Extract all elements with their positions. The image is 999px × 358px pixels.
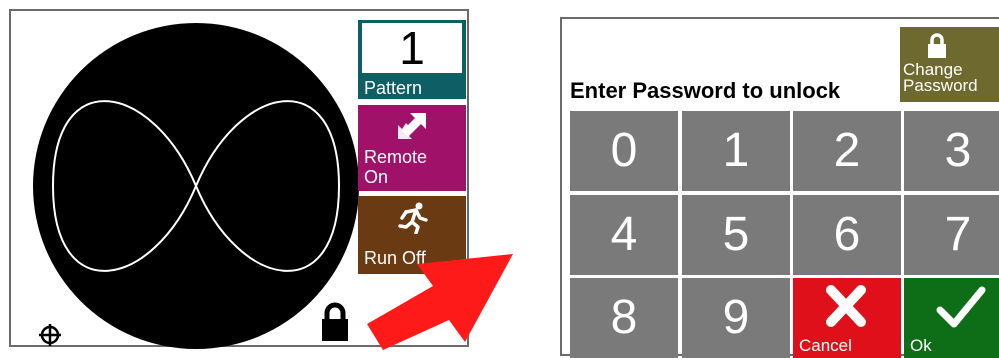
cancel-button[interactable]: Cancel [793,278,901,358]
key-6[interactable]: 6 [793,195,901,275]
pattern-label: Pattern [364,78,423,98]
lock-icon[interactable] [320,301,350,343]
checkmark-icon [936,286,986,328]
change-password-label: Change Password [903,60,978,95]
pattern-value: 1 [362,23,462,73]
pattern-preview [33,23,359,349]
red-arrow-annotation [367,254,513,350]
key-3[interactable]: 3 [904,111,999,191]
key-5[interactable]: 5 [682,195,790,275]
padlock-icon [928,33,946,58]
remote-arrows-icon [398,113,426,139]
crosshair-icon[interactable] [39,324,61,346]
ok-button[interactable]: Ok [904,278,999,358]
ok-label: Ok [910,336,932,355]
unlock-prompt: Enter Password to unlock [570,78,841,103]
key-7[interactable]: 7 [904,195,999,275]
change-password-button[interactable]: Change Password [900,27,999,102]
infinity-pattern-icon [51,100,341,272]
key-8[interactable]: 8 [570,278,678,358]
remote-label: Remote On [364,147,428,187]
x-icon [826,285,866,327]
key-2[interactable]: 2 [793,111,901,191]
pattern-button[interactable]: 1 Pattern [358,20,466,99]
unlock-panel: Enter Password to unlock Change Password… [560,17,999,358]
key-0[interactable]: 0 [570,111,678,191]
key-1[interactable]: 1 [682,111,790,191]
key-9[interactable]: 9 [682,278,790,358]
remote-button[interactable]: Remote On [358,105,466,191]
cancel-label: Cancel [799,336,852,355]
runner-icon [398,202,428,234]
key-4[interactable]: 4 [570,195,678,275]
